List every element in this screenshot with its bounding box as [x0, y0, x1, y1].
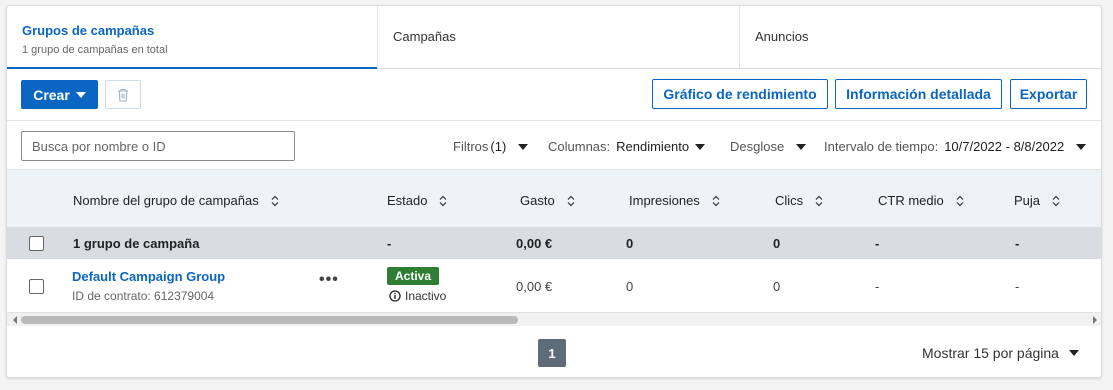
tab-ads[interactable]: Anuncios — [740, 6, 1101, 68]
column-header-impressions-label: Impresiones — [629, 193, 700, 208]
page-number-button[interactable]: 1 — [538, 339, 566, 367]
status-badge: Activa — [387, 267, 440, 285]
column-header-name-label: Nombre del grupo de campañas — [73, 193, 259, 208]
column-header-spend-label: Gasto — [520, 193, 555, 208]
more-options-icon[interactable]: ••• — [319, 271, 339, 289]
row-bid: - — [1015, 279, 1020, 294]
campaign-manager-panel: Grupos de campañas 1 grupo de campañas e… — [6, 5, 1102, 378]
delete-button[interactable] — [105, 80, 141, 109]
columns-label: Columnas: — [548, 139, 611, 154]
per-page-label: Mostrar 15 por página — [922, 345, 1059, 361]
select-all-checkbox[interactable] — [29, 236, 44, 251]
create-button[interactable]: Crear — [21, 80, 98, 109]
filters-label: Filtros — [453, 139, 489, 154]
create-button-label: Crear — [33, 86, 70, 103]
tab-bar: Grupos de campañas 1 grupo de campañas e… — [7, 6, 1101, 69]
chevron-down-icon — [1068, 350, 1079, 356]
date-range-value: 10/7/2022 - 8/8/2022 — [944, 139, 1065, 154]
date-range-label: Intervalo de tiempo: — [824, 139, 939, 154]
horizontal-scrollbar[interactable] — [7, 312, 1101, 326]
row-clicks: 0 — [773, 279, 781, 294]
sort-icon[interactable] — [815, 195, 823, 207]
breakdown-label: Desglose — [730, 139, 785, 154]
summary-ctr: - — [875, 236, 880, 251]
column-header-clicks[interactable]: Clics — [775, 193, 823, 208]
chevron-down-icon — [518, 143, 529, 150]
table-row: Default Campaign Group ID de contrato: 6… — [7, 259, 1101, 312]
column-header-clicks-label: Clics — [775, 193, 804, 208]
column-header-ctr-label: CTR medio — [878, 193, 944, 208]
row-checkbox[interactable] — [29, 279, 44, 294]
sort-icon[interactable] — [1052, 195, 1060, 207]
tab-campaign-groups-count: 1 grupo de campañas en total — [22, 44, 168, 56]
column-header-name[interactable]: Nombre del grupo de campañas — [73, 193, 279, 208]
status-inactive-label: Inactivo — [405, 289, 447, 303]
table-header: Nombre del grupo de campañas Estado Gast… — [7, 170, 1101, 227]
per-page-dropdown[interactable]: Mostrar 15 por página — [922, 345, 1079, 361]
summary-status: - — [387, 236, 392, 251]
scroll-right-arrow-icon[interactable] — [1093, 316, 1097, 324]
column-header-spend[interactable]: Gasto — [520, 193, 575, 208]
columns-dropdown[interactable]: Columnas: Rendimiento — [548, 139, 706, 154]
row-ctr: - — [875, 279, 880, 294]
sort-icon[interactable] — [439, 195, 447, 207]
chevron-down-icon — [796, 143, 807, 150]
row-impressions: 0 — [626, 279, 634, 294]
column-header-impressions[interactable]: Impresiones — [629, 193, 720, 208]
search-input[interactable] — [21, 131, 295, 161]
tab-campaigns[interactable]: Campañas — [378, 6, 740, 68]
breakdown-dropdown[interactable]: Desglose — [730, 139, 807, 154]
trash-icon — [118, 88, 128, 102]
tab-campaigns-label: Campañas — [393, 29, 456, 44]
column-header-status[interactable]: Estado — [387, 193, 447, 208]
tab-campaign-groups[interactable]: Grupos de campañas 1 grupo de campañas e… — [7, 6, 378, 69]
sort-icon[interactable] — [271, 195, 279, 207]
filters-count: (1) — [490, 139, 507, 154]
export-button[interactable]: Exportar — [1010, 79, 1087, 109]
summary-clicks: 0 — [773, 236, 781, 251]
scrollbar-thumb[interactable] — [21, 316, 518, 324]
chevron-down-icon — [1076, 143, 1087, 150]
filters-dropdown[interactable]: Filtros (1) — [453, 139, 529, 154]
detailed-info-button[interactable]: Información detallada — [835, 79, 1002, 109]
row-spend: 0,00 € — [516, 279, 553, 294]
scroll-left-arrow-icon[interactable] — [13, 316, 17, 324]
toolbar: Crear Gráfico de rendimiento Información… — [7, 69, 1101, 121]
campaign-group-name-link[interactable]: Default Campaign Group — [72, 269, 225, 284]
column-header-status-label: Estado — [387, 193, 428, 208]
tab-campaign-groups-label: Grupos de campañas — [22, 23, 155, 38]
column-header-bid-label: Puja — [1014, 193, 1041, 208]
column-header-ctr[interactable]: CTR medio — [878, 193, 964, 208]
status-inactive: Inactivo — [389, 289, 446, 303]
performance-chart-button[interactable]: Gráfico de rendimiento — [652, 79, 828, 109]
summary-row: 1 grupo de campaña - 0,00 € 0 0 - - — [7, 227, 1101, 259]
tab-ads-label: Anuncios — [755, 29, 809, 44]
chevron-down-icon — [695, 143, 706, 150]
summary-name: 1 grupo de campaña — [73, 236, 200, 251]
date-range-dropdown[interactable]: Intervalo de tiempo: 10/7/2022 - 8/8/202… — [824, 139, 1087, 154]
sort-icon[interactable] — [712, 195, 720, 207]
column-header-bid[interactable]: Puja — [1014, 193, 1060, 208]
columns-value: Rendimiento — [616, 139, 690, 154]
summary-bid: - — [1015, 236, 1020, 251]
sort-icon[interactable] — [956, 195, 964, 207]
summary-spend: 0,00 € — [516, 236, 553, 251]
contract-id: ID de contrato: 612379004 — [72, 289, 215, 303]
info-icon — [389, 290, 401, 302]
filter-bar: Filtros (1) Columnas: Rendimiento Desglo… — [7, 122, 1101, 170]
summary-impressions: 0 — [626, 236, 634, 251]
chevron-down-icon — [75, 91, 86, 98]
sort-icon[interactable] — [567, 195, 575, 207]
